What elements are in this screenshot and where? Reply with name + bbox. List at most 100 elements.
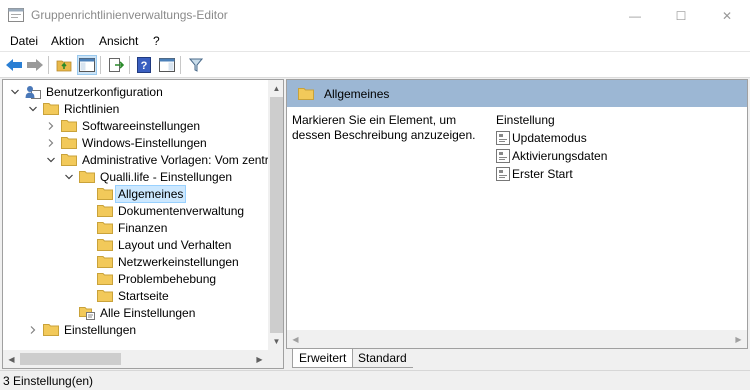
title-bar: Gruppenrichtlinienverwaltungs-Editor — ☐… — [0, 0, 750, 31]
tree-vertical-scrollbar[interactable]: ▲ ▼ — [268, 80, 283, 350]
scroll-thumb[interactable] — [270, 97, 283, 333]
tree-item[interactable]: Alle Einstellungen — [63, 304, 197, 321]
forward-icon[interactable] — [25, 55, 45, 75]
chevron-down-icon[interactable] — [9, 86, 21, 98]
toolbar-separator — [129, 56, 130, 74]
menu-bar: Datei Aktion Ansicht ? — [0, 31, 750, 52]
setting-label: Aktivierungsdaten — [512, 148, 608, 163]
tree-item[interactable]: Benutzerkonfiguration — [9, 83, 165, 100]
all-settings-icon — [79, 306, 95, 320]
details-horizontal-scrollbar[interactable]: ◀ ▶ — [287, 330, 747, 348]
tree-item-label: Softwareeinstellungen — [82, 118, 201, 133]
setting-item[interactable]: Aktivierungsdaten — [496, 147, 607, 164]
setting-item[interactable]: Updatemodus — [496, 129, 587, 146]
expander-placeholder — [81, 290, 93, 302]
chevron-down-icon[interactable] — [63, 171, 75, 183]
tree-item[interactable]: Einstellungen — [27, 321, 138, 338]
tree-item-label: Einstellungen — [64, 322, 137, 337]
details-pane: Allgemeines Markieren Sie ein Element, u… — [286, 79, 748, 349]
folder-icon — [61, 153, 77, 167]
scroll-up-icon[interactable]: ▲ — [268, 80, 283, 97]
expander-placeholder — [81, 273, 93, 285]
tree-item-label: Problembehebung — [118, 271, 217, 286]
status-text: 3 Einstellung(en) — [3, 374, 94, 388]
tree-item[interactable]: Richtlinien — [27, 100, 121, 117]
tree-item-label: Allgemeines — [114, 184, 187, 203]
scroll-thumb[interactable] — [20, 353, 121, 365]
setting-item[interactable]: Erster Start — [496, 165, 573, 182]
folder-icon — [79, 170, 95, 184]
tree-item[interactable]: Softwareeinstellungen — [45, 117, 202, 134]
tree-item[interactable]: Finanzen — [81, 219, 169, 236]
filter-icon[interactable] — [186, 55, 206, 75]
maximize-button[interactable]: ☐ — [658, 0, 704, 31]
tree-item[interactable]: Startseite — [81, 287, 171, 304]
export-list-icon[interactable] — [106, 55, 126, 75]
scroll-left-icon[interactable]: ◀ — [287, 330, 304, 348]
show-hide-tree-icon[interactable] — [77, 55, 97, 75]
chevron-right-icon[interactable] — [27, 324, 39, 336]
menu-ansicht[interactable]: Ansicht — [99, 34, 138, 48]
scroll-right-icon[interactable]: ▶ — [251, 350, 268, 368]
tree-item-label: Windows-Einstellungen — [82, 135, 207, 150]
menu-help[interactable]: ? — [153, 34, 160, 48]
scroll-left-icon[interactable]: ◀ — [3, 350, 20, 368]
folder-icon — [97, 204, 113, 218]
column-header-einstellung[interactable]: Einstellung — [496, 113, 555, 127]
expander-placeholder — [63, 307, 75, 319]
scroll-right-icon[interactable]: ▶ — [730, 330, 747, 348]
scroll-corner — [268, 350, 283, 368]
folder-icon — [97, 238, 113, 252]
tree-item[interactable]: Administrative Vorlagen: Vom zentral — [45, 151, 280, 168]
folder-icon — [43, 323, 59, 337]
tree-item-label: Qualli.life - Einstellungen — [100, 169, 233, 184]
folder-icon — [97, 187, 113, 201]
minimize-button[interactable]: — — [612, 0, 658, 31]
chevron-right-icon[interactable] — [45, 137, 57, 149]
menu-datei[interactable]: Datei — [10, 34, 38, 48]
tree-horizontal-scrollbar[interactable]: ◀ ▶ — [3, 350, 268, 368]
tree-item-label: Dokumentenverwaltung — [118, 203, 245, 218]
policy-setting-icon — [496, 166, 510, 181]
tree-item-label: Benutzerkonfiguration — [46, 84, 163, 99]
user-config-icon — [25, 85, 41, 99]
tab-standard[interactable]: Standard — [352, 349, 413, 368]
app-icon — [8, 8, 24, 22]
close-button[interactable]: ✕ — [704, 0, 750, 31]
chevron-down-icon[interactable] — [27, 103, 39, 115]
expander-placeholder — [81, 205, 93, 217]
toolbar-separator — [180, 56, 181, 74]
policy-setting-icon — [496, 130, 510, 145]
properties-view-icon[interactable] — [157, 55, 177, 75]
folder-icon — [97, 272, 113, 286]
tree-item[interactable]: Allgemeines — [81, 184, 187, 203]
tree-item[interactable]: Dokumentenverwaltung — [81, 202, 246, 219]
setting-label: Erster Start — [512, 166, 573, 181]
tree-item[interactable]: Netzwerkeinstellungen — [81, 253, 241, 270]
chevron-right-icon[interactable] — [45, 120, 57, 132]
tree-pane[interactable]: Benutzerkonfiguration Richtlinien Software… — [2, 79, 284, 369]
help-icon[interactable]: ? — [134, 55, 154, 75]
folder-icon — [97, 255, 113, 269]
tree-item-label: Startseite — [118, 288, 169, 303]
view-tabs: Erweitert Standard — [286, 349, 748, 369]
tab-erweitert[interactable]: Erweitert — [292, 349, 354, 368]
tree-item[interactable]: Layout und Verhalten — [81, 236, 233, 253]
toolbar-separator — [48, 56, 49, 74]
toolbar: ? — [0, 52, 750, 78]
toolbar-separator — [100, 56, 101, 74]
chevron-down-icon[interactable] — [45, 154, 57, 166]
svg-text:?: ? — [141, 60, 148, 72]
tree-item[interactable]: Problembehebung — [81, 270, 218, 287]
policy-setting-icon — [496, 148, 510, 163]
expander-placeholder — [81, 188, 93, 200]
tree-item[interactable]: Qualli.life - Einstellungen — [63, 168, 234, 185]
expander-placeholder — [81, 222, 93, 234]
back-icon[interactable] — [4, 55, 24, 75]
details-header-title: Allgemeines — [324, 86, 390, 101]
up-folder-icon[interactable] — [54, 55, 74, 75]
menu-aktion[interactable]: Aktion — [51, 34, 84, 48]
tree-item[interactable]: Windows-Einstellungen — [45, 134, 209, 151]
scroll-down-icon[interactable]: ▼ — [268, 333, 283, 350]
description-text: Markieren Sie ein Element, um dessen Bes… — [292, 113, 476, 142]
